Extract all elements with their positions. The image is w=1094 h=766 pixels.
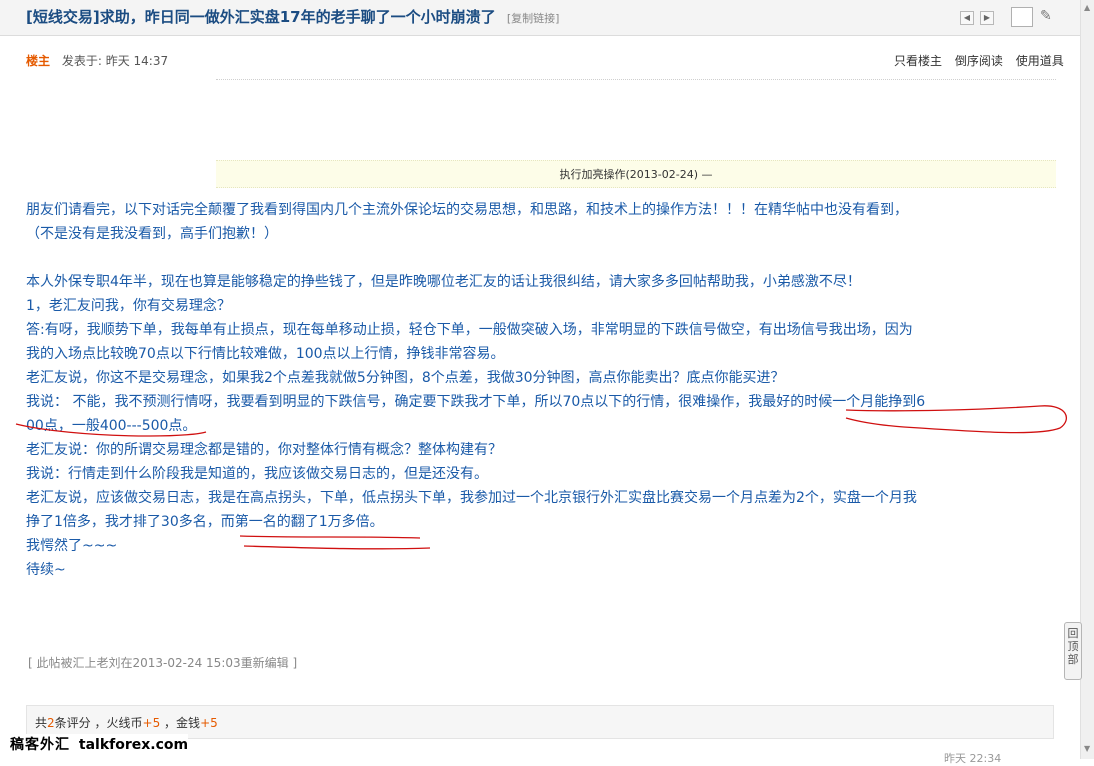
operation-notice: 执行加亮操作(2013-02-24) — <box>216 160 1056 188</box>
back-top-char: 部 <box>1067 653 1079 666</box>
wrench-icon[interactable]: ✎ <box>1040 8 1052 24</box>
rating-count: 2 <box>47 716 55 730</box>
body-line: 朋友们请看完，以下对话完全颠覆了我看到得国内几个主流外保论坛的交易思想，和思路，… <box>26 202 908 218</box>
copy-link-button[interactable]: [复制链接] <box>507 12 560 25</box>
body-line: 本人外保专职4年半，现在也算是能够稳定的挣些钱了，但是昨晚哪位老汇友的话让我很纠… <box>26 274 861 290</box>
rating-prefix: 共 <box>35 716 48 730</box>
back-top-char: 回 <box>1067 627 1079 640</box>
body-line: 00点，一般400---500点。 <box>26 418 197 434</box>
jinqian-label: ，金钱 <box>164 716 201 730</box>
author-tag: 楼主 <box>26 54 51 68</box>
body-line: 答:有呀，我顺势下单，我每单有止损点，现在每单移动止损，轻仓下单，一般做突破入场… <box>26 322 913 338</box>
triangle-left-icon: ◀ <box>963 13 971 22</box>
thread-title: [短线交易]求助，昨日同一做外汇实盘17年的老手聊了一个小时崩溃了 [复制链接] <box>26 6 559 27</box>
thread-title-text: [短线交易]求助，昨日同一做外汇实盘17年的老手聊了一个小时崩溃了 <box>26 8 496 26</box>
vertical-scrollbar[interactable]: ▲ ▼ <box>1080 0 1094 759</box>
scroll-down-icon[interactable]: ▼ <box>1084 744 1090 753</box>
body-line: （不是没有是我没看到，高手们抱歉！） <box>26 226 278 242</box>
divider <box>216 79 1056 80</box>
body-line: 待续~ <box>26 562 66 578</box>
triangle-right-icon: ▶ <box>983 13 991 22</box>
back-to-top-button[interactable]: 回 顶 部 <box>1064 622 1082 680</box>
select-checkbox[interactable] <box>1011 7 1033 27</box>
post-meta: 楼主 发表于: 昨天 14:37 <box>26 52 168 69</box>
thread-header: [短线交易]求助，昨日同一做外汇实盘17年的老手聊了一个小时崩溃了 [复制链接]… <box>0 0 1080 36</box>
rating-timestamp: 昨天 22:34 <box>944 752 1002 765</box>
prev-thread-button[interactable]: ◀ <box>960 11 974 25</box>
rating-count-suffix[interactable]: 条评分 <box>55 716 91 730</box>
body-line: 1，老汇友问我，你有交易理念？ <box>26 298 231 314</box>
watermark-en: talkforex.com <box>78 737 189 753</box>
body-line: 我说：行情走到什么阶段我是知道的，我应该做交易日志的，但是还没有。 <box>26 466 488 482</box>
huoxianbi-label: ，火线币 <box>94 716 143 730</box>
reverse-order-link[interactable]: 倒序阅读 <box>955 54 1003 68</box>
body-line <box>26 246 1058 270</box>
huoxianbi-value: +5 <box>142 716 161 730</box>
back-top-char: 顶 <box>1067 640 1079 653</box>
site-watermark: 稿客外汇 talkforex.com <box>10 734 189 754</box>
jinqian-value: +5 <box>200 716 218 730</box>
post-body: 朋友们请看完，以下对话完全颠覆了我看到得国内几个主流外保论坛的交易思想，和思路，… <box>26 198 1058 582</box>
post-tools: 只看楼主 倒序阅读 使用道具 <box>894 52 1073 69</box>
body-line: 挣了1倍多，我才排了30多名，而第一名的翻了1万多倍。 <box>26 514 384 530</box>
only-author-link[interactable]: 只看楼主 <box>894 54 942 68</box>
post-timestamp: 发表于: 昨天 14:37 <box>61 54 169 68</box>
scroll-up-icon[interactable]: ▲ <box>1084 3 1090 12</box>
next-thread-button[interactable]: ▶ <box>980 11 994 25</box>
use-tool-link[interactable]: 使用道具 <box>1016 54 1064 68</box>
body-line: 我的入场点比较晚70点以下行情比较难做，100点以上行情，挣钱非常容易。 <box>26 346 505 362</box>
body-line: 老汇友说，应该做交易日志，我是在高点拐头，下单，低点拐头下单，我参加过一个北京银… <box>26 490 917 506</box>
body-line: 我说： 不能，我不预测行情呀，我要看到明显的下跌信号，确定要下跌我才下单，所以7… <box>26 394 926 410</box>
body-line: 我愕然了~~~ <box>26 538 118 554</box>
edit-note: [ 此帖被汇上老刘在2013-02-24 15:03重新编辑 ] <box>28 656 298 670</box>
watermark-cn: 稿客外汇 <box>10 737 70 753</box>
body-line: 老汇友说，你这不是交易理念，如果我2个点差我就做5分钟图，8个点差，我做30分钟… <box>26 370 785 386</box>
body-line: 老汇友说：你的所谓交易理念都是错的，你对整体行情有概念？整体构建有？ <box>26 442 502 458</box>
